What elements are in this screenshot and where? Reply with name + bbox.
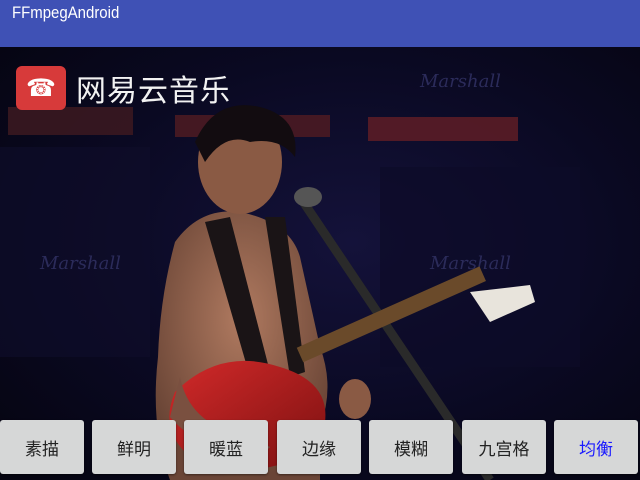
svg-text:Marshall: Marshall xyxy=(39,253,121,274)
concert-video-frame: Marshall Marshall Marshall xyxy=(0,71,580,480)
video-preview[interactable]: Marshall Marshall Marshall ☎ 网易云音乐 xyxy=(0,47,640,480)
svg-text:Marshall: Marshall xyxy=(419,71,501,92)
watermark-text: 网易云音乐 xyxy=(76,74,231,109)
app-title: FFmpegAndroid xyxy=(12,3,120,22)
filter-button-sketch[interactable]: 素描 xyxy=(0,420,84,474)
filter-button-equalize[interactable]: 均衡 xyxy=(554,420,638,474)
amp-stack-left xyxy=(8,107,133,135)
amp-stack-right xyxy=(368,117,518,141)
filter-button-blur[interactable]: 模糊 xyxy=(369,420,453,474)
filter-bar: 素描 鲜明 暖蓝 边缘 模糊 九宫格 均衡 xyxy=(0,420,640,474)
netease-music-watermark: ☎ 网易云音乐 xyxy=(16,66,231,110)
filter-button-vivid[interactable]: 鲜明 xyxy=(92,420,176,474)
filter-button-edge[interactable]: 边缘 xyxy=(277,420,361,474)
app-bar: FFmpegAndroid xyxy=(0,0,640,47)
filter-button-warm-blue[interactable]: 暖蓝 xyxy=(184,420,268,474)
microphone xyxy=(294,187,322,207)
filter-button-grid[interactable]: 九宫格 xyxy=(462,420,546,474)
netease-music-logo-icon: ☎ xyxy=(16,66,66,110)
